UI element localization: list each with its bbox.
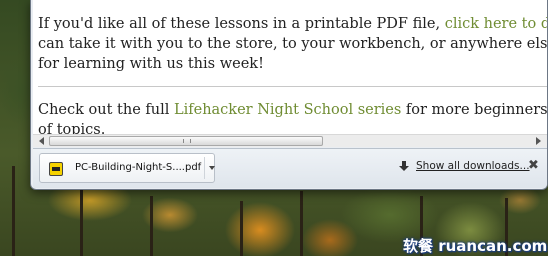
paragraph-text: Check out the full xyxy=(38,102,174,118)
tree-trunk xyxy=(80,186,83,256)
downloads-shelf: PC-Building-Night-S....pdf Show all down… xyxy=(33,148,547,188)
divider xyxy=(204,157,205,179)
tree-trunk xyxy=(150,196,153,256)
close-icon[interactable]: ✖ xyxy=(528,158,539,173)
browser-window: If you'd like all of these lessons in a … xyxy=(30,0,548,190)
download-item[interactable]: PC-Building-Night-S....pdf xyxy=(39,153,215,183)
scroll-right-icon[interactable] xyxy=(536,137,541,145)
scrollbar-thumb[interactable] xyxy=(49,136,323,146)
download-pdf-link[interactable]: click here to download one xyxy=(445,16,547,32)
scroll-left-icon[interactable] xyxy=(39,137,44,145)
article-paragraph: If you'd like all of these lessons in a … xyxy=(38,14,547,74)
page-content: If you'd like all of these lessons in a … xyxy=(33,0,547,134)
tree-trunk xyxy=(240,201,243,256)
horizontal-scrollbar[interactable] xyxy=(33,134,547,147)
night-school-series-link[interactable]: Lifehacker Night School series xyxy=(174,102,401,118)
article-paragraph: Check out the full Lifehacker Night Scho… xyxy=(38,100,547,134)
show-all-downloads-link[interactable]: Show all downloads... xyxy=(416,160,530,172)
paragraph-text: If you'd like all of these lessons in a … xyxy=(38,16,445,32)
download-filename: PC-Building-Night-S....pdf xyxy=(75,162,202,173)
grip-icon xyxy=(183,139,191,143)
tree-trunk xyxy=(12,166,15,256)
chevron-down-icon[interactable] xyxy=(209,166,215,170)
site-watermark: 软餐 ruancan.com xyxy=(403,237,548,255)
tree-trunk xyxy=(300,191,303,256)
pdf-icon xyxy=(49,162,63,176)
divider xyxy=(38,86,547,87)
download-arrow-icon xyxy=(399,161,409,171)
